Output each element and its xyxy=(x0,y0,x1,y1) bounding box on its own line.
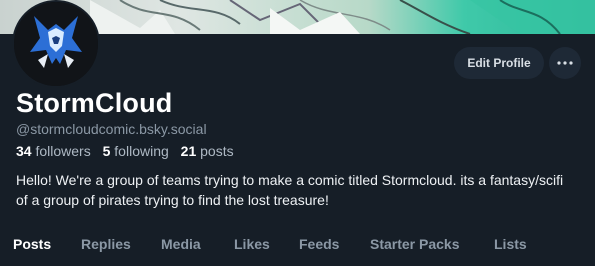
ellipsis-icon xyxy=(557,61,573,65)
edit-profile-button[interactable]: Edit Profile xyxy=(454,47,544,79)
more-options-button[interactable] xyxy=(549,47,581,79)
followers-count: 34 xyxy=(16,143,32,159)
tab-starter-packs[interactable]: Starter Packs xyxy=(370,236,460,252)
following-count: 5 xyxy=(102,143,111,159)
posts-label: posts xyxy=(200,143,234,159)
user-handle: @stormcloudcomic.bsky.social xyxy=(16,121,207,137)
posts-stat: 21 posts xyxy=(181,143,234,159)
profile-bio: Hello! We're a group of teams trying to … xyxy=(16,172,564,208)
tab-replies[interactable]: Replies xyxy=(81,236,131,252)
profile-stats: 34 followers 5 following 21 posts xyxy=(16,143,242,159)
followers-link[interactable]: 34 followers xyxy=(16,143,91,159)
posts-count: 21 xyxy=(180,143,197,159)
following-link[interactable]: 5 following xyxy=(103,143,169,159)
tab-likes[interactable]: Likes xyxy=(234,236,270,252)
tab-posts[interactable]: Posts xyxy=(13,236,51,252)
tab-media[interactable]: Media xyxy=(161,236,201,252)
following-label: following xyxy=(114,143,169,159)
display-name: StormCloud xyxy=(16,88,173,118)
followers-label: followers xyxy=(35,143,91,159)
avatar[interactable] xyxy=(12,0,100,88)
tab-feeds[interactable]: Feeds xyxy=(299,236,339,252)
tab-lists[interactable]: Lists xyxy=(494,236,527,252)
storm-logo-icon xyxy=(14,2,98,86)
